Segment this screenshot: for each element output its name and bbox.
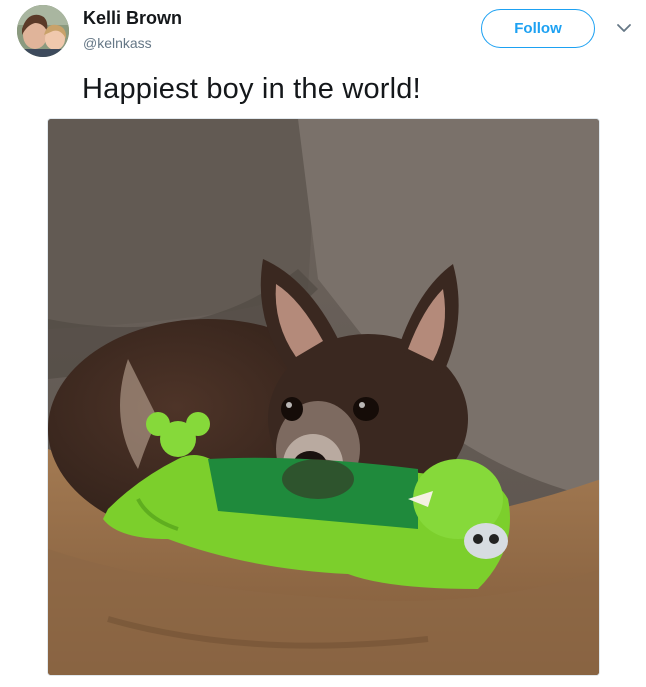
photo-dog-with-toy: [48, 119, 599, 675]
tweet-text: Happiest boy in the world!: [82, 73, 421, 105]
author-name[interactable]: Kelli Brown: [83, 8, 182, 29]
tweet-photo[interactable]: [47, 118, 600, 676]
chevron-down-icon[interactable]: [615, 21, 633, 35]
follow-button[interactable]: Follow: [481, 9, 595, 48]
avatar-image: [17, 5, 69, 57]
author-handle[interactable]: @kelnkass: [83, 35, 152, 51]
avatar[interactable]: [17, 5, 69, 57]
